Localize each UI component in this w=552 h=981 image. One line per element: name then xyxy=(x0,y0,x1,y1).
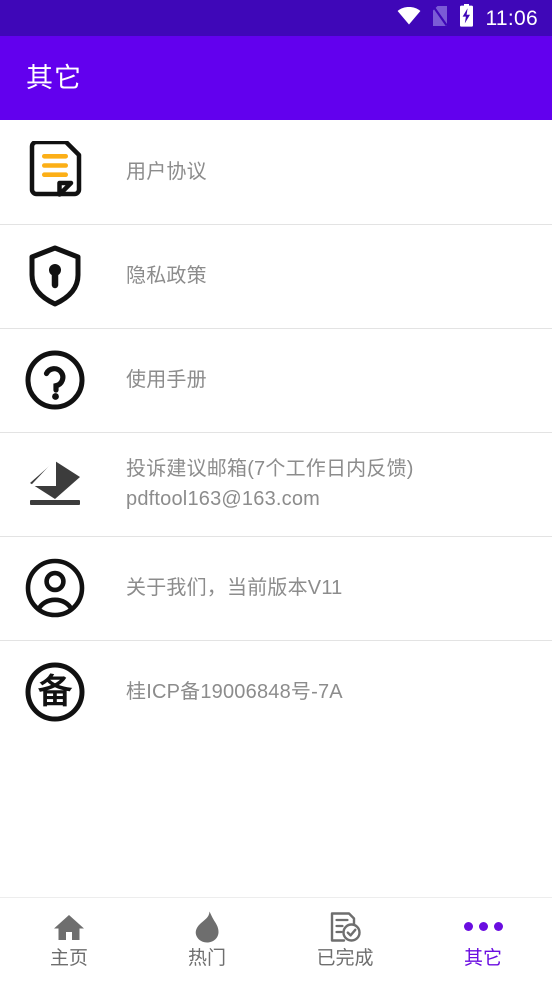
app-bar: 其它 xyxy=(0,36,552,120)
wifi-icon xyxy=(397,6,421,30)
nav-item-hot[interactable]: 热门 xyxy=(138,898,276,981)
doc-check-icon xyxy=(329,911,361,942)
list-item-label: 隐私政策 xyxy=(126,265,207,287)
list-item-label: 使用手册 xyxy=(126,369,207,391)
shield-lock-icon xyxy=(22,243,88,309)
dot-2 xyxy=(478,922,488,931)
list-item-label-line1: 投诉建议邮箱(7个工作日内反馈) xyxy=(126,458,414,480)
app-root: 11:06 其它 用户协议 隐私政策 使用手册 投诉建议邮箱(7个工作日内反馈)… xyxy=(0,0,552,981)
list-item-user-agreement[interactable]: 用户协议 xyxy=(0,120,552,224)
list-item-label-line2: pdftool163@163.com xyxy=(126,488,321,510)
list-item-privacy-policy[interactable]: 隐私政策 xyxy=(0,224,552,328)
list-item-icp-record[interactable]: 备 桂ICP备19006848号-7A xyxy=(0,640,552,744)
home-icon xyxy=(53,912,85,942)
list-item-label: 桂ICP备19006848号-7A xyxy=(126,681,343,703)
no-sim-icon xyxy=(431,5,448,32)
user-circle-icon xyxy=(22,555,88,621)
question-circle-icon xyxy=(22,347,88,413)
nav-item-completed[interactable]: 已完成 xyxy=(276,898,414,981)
nav-item-home[interactable]: 主页 xyxy=(0,898,138,981)
status-bar: 11:06 xyxy=(0,0,552,36)
list-item-label: 关于我们，当前版本V11 xyxy=(126,577,343,599)
nav-item-label: 主页 xyxy=(49,947,88,969)
list-item-label: 用户协议 xyxy=(126,161,207,183)
icp-beian-icon: 备 xyxy=(22,659,88,725)
flame-icon xyxy=(194,911,220,943)
dot-3 xyxy=(493,922,503,931)
list-item-user-manual[interactable]: 使用手册 xyxy=(0,328,552,432)
nav-item-other[interactable]: 其它 xyxy=(414,898,552,981)
mail-envelope-icon xyxy=(22,451,88,517)
document-agreement-icon xyxy=(22,139,88,205)
page-title: 其它 xyxy=(26,62,82,93)
list-item-label: 投诉建议邮箱(7个工作日内反馈) pdftool163@163.com xyxy=(126,454,414,514)
status-bar-clock: 11:06 xyxy=(485,6,538,30)
svg-text:备: 备 xyxy=(38,672,73,712)
more-dots-group xyxy=(463,922,503,931)
dot-1 xyxy=(463,922,473,931)
nav-item-label: 其它 xyxy=(463,947,502,969)
bottom-navigation: 主页 热门 已完成 其它 xyxy=(0,897,552,981)
settings-list: 用户协议 隐私政策 使用手册 投诉建议邮箱(7个工作日内反馈) pdftool1… xyxy=(0,120,552,897)
nav-item-label: 已完成 xyxy=(316,947,374,969)
status-bar-icons xyxy=(397,4,474,32)
list-item-about-us[interactable]: 关于我们，当前版本V11 xyxy=(0,536,552,640)
list-item-feedback-email[interactable]: 投诉建议邮箱(7个工作日内反馈) pdftool163@163.com xyxy=(0,432,552,536)
nav-item-label: 热门 xyxy=(187,947,226,969)
battery-charging-icon xyxy=(459,4,474,32)
more-dots-icon xyxy=(463,912,503,942)
